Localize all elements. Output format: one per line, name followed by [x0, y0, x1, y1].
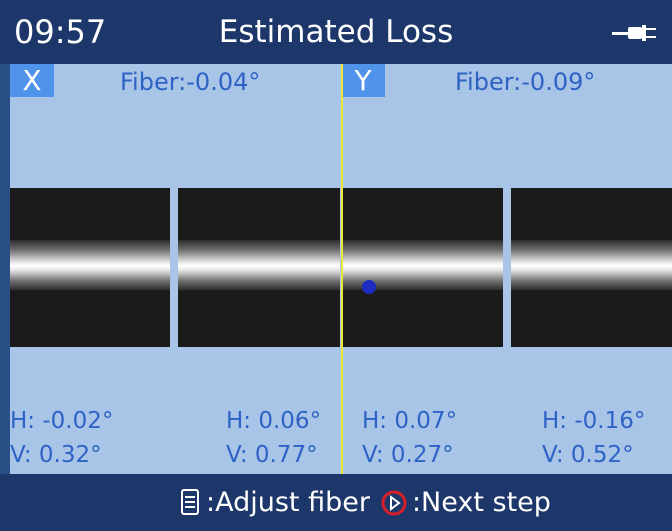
- view-divider-line: [341, 64, 343, 474]
- fiber-core-right-y: [511, 240, 672, 290]
- left-x-h-angle: H: -0.02°: [10, 408, 114, 434]
- fusion-splicer-screen: 09:57 Estimated Loss X Fiber:-0.04° Y Fi…: [0, 0, 672, 531]
- page-title: Estimated Loss: [218, 14, 454, 50]
- screen-left-edge: [0, 64, 10, 474]
- right-x-v-angle: V: 0.77°: [226, 442, 318, 468]
- fiber-right-x: [178, 188, 340, 347]
- left-x-v-angle: V: 0.32°: [10, 442, 102, 468]
- fiber-core-left-x: [10, 240, 170, 290]
- x-axis-tag: X: [10, 64, 54, 97]
- fiber-view: X Fiber:-0.04° Y Fiber:-0.09° H: -0.02° …: [10, 64, 672, 474]
- y-axis-tag: Y: [341, 64, 385, 97]
- adjust-fiber-label[interactable]: :Adjust fiber: [206, 486, 370, 520]
- left-y-v-angle: V: 0.27°: [362, 442, 454, 468]
- fiber-core-right-x: [178, 240, 340, 290]
- alignment-point-marker: [362, 280, 376, 294]
- next-step-label[interactable]: :Next step: [412, 486, 551, 520]
- left-y-h-angle: H: 0.07°: [362, 408, 458, 434]
- x-fiber-angle: Fiber:-0.04°: [120, 68, 261, 96]
- power-plug-icon: [612, 25, 656, 41]
- y-fiber-angle: Fiber:-0.09°: [455, 68, 596, 96]
- right-y-v-angle: V: 0.52°: [542, 442, 634, 468]
- status-header: 09:57 Estimated Loss: [0, 0, 672, 64]
- fiber-right-y: [511, 188, 672, 347]
- next-step-icon[interactable]: [380, 489, 408, 517]
- menu-icon[interactable]: [180, 489, 202, 517]
- fiber-left-y: [343, 188, 503, 347]
- right-y-h-angle: H: -0.16°: [542, 408, 646, 434]
- right-x-h-angle: H: 0.06°: [226, 408, 322, 434]
- action-footer: :Adjust fiber :Next step: [0, 474, 672, 531]
- footer-actions: :Adjust fiber :Next step: [180, 486, 551, 520]
- fiber-left-x: [10, 188, 170, 347]
